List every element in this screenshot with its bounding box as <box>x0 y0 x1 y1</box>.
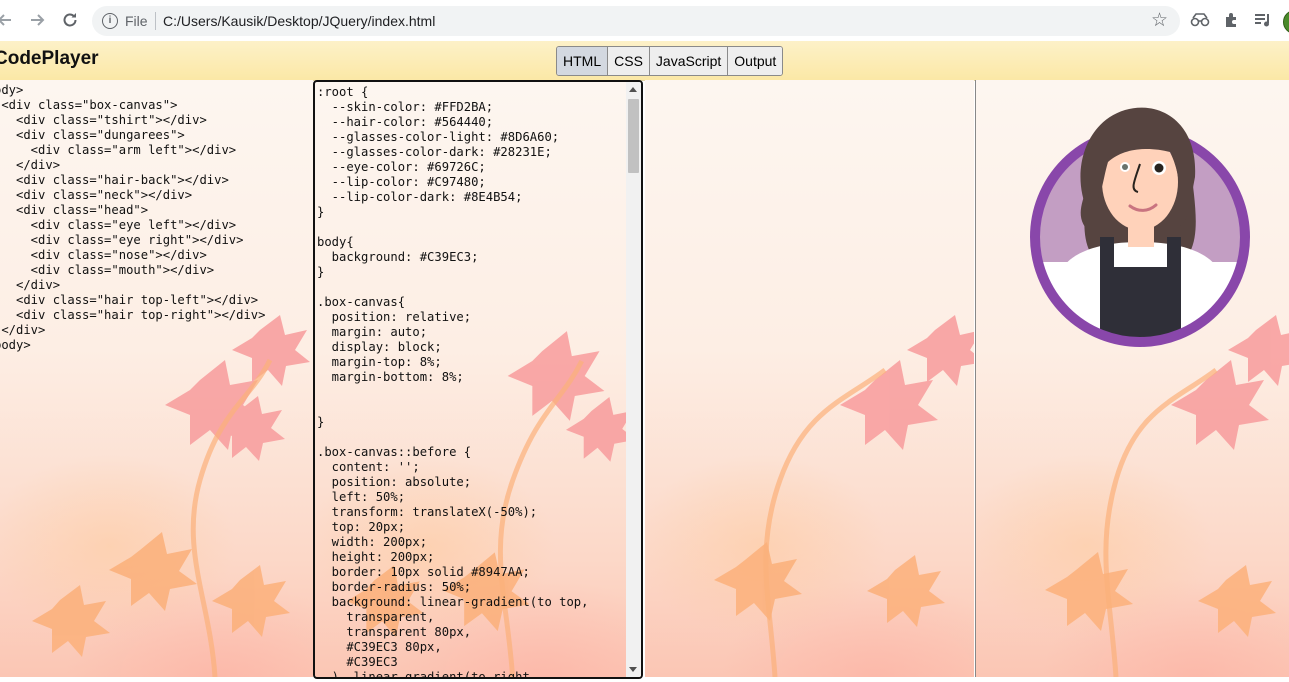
codeplayer-topbar: CodePlayer HTML CSS JavaScript Output <box>0 41 1289 81</box>
address-separator <box>155 12 156 30</box>
bookmark-star-icon[interactable]: ☆ <box>1151 9 1168 32</box>
scroll-thumb[interactable] <box>628 99 639 173</box>
css-panel-scrollbar[interactable] <box>626 82 641 677</box>
forward-arrow-icon[interactable] <box>28 10 48 30</box>
scroll-down-arrow-icon[interactable] <box>629 667 637 672</box>
scroll-up-arrow-icon[interactable] <box>629 87 637 92</box>
profile-avatar[interactable] <box>1283 10 1289 34</box>
html-editor-code[interactable]: ody> <div class="box-canvas"> <div class… <box>0 80 313 353</box>
toggle-css[interactable]: CSS <box>608 47 650 75</box>
app-logo: CodePlayer <box>0 48 99 69</box>
output-panel[interactable] <box>975 80 1289 677</box>
panel-toggle-group: HTML CSS JavaScript Output <box>556 46 784 76</box>
browser-toolbar: i File C:/Users/Kausik/Desktop/JQuery/in… <box>0 0 1289 42</box>
code-panels: ody> <div class="box-canvas"> <div class… <box>0 80 1289 682</box>
html-panel[interactable]: ody> <div class="box-canvas"> <div class… <box>0 80 313 677</box>
javascript-panel[interactable] <box>645 80 974 677</box>
extension-icon[interactable] <box>1189 9 1211 31</box>
css-editor-code[interactable]: :root { --skin-color: #FFD2BA; --hair-co… <box>315 82 641 677</box>
puzzle-extensions-icon[interactable] <box>1221 9 1243 31</box>
address-bar[interactable]: i File C:/Users/Kausik/Desktop/JQuery/in… <box>92 6 1180 36</box>
back-arrow-icon[interactable] <box>0 10 14 30</box>
file-scheme-label: File <box>125 13 148 29</box>
url-text[interactable]: C:/Users/Kausik/Desktop/JQuery/index.htm… <box>163 13 435 29</box>
toggle-javascript[interactable]: JavaScript <box>649 47 729 75</box>
reload-icon[interactable] <box>60 10 80 30</box>
leaf-wallpaper-decoration <box>714 315 974 677</box>
toggle-html[interactable]: HTML <box>557 47 609 75</box>
css-panel[interactable]: :root { --skin-color: #FFD2BA; --hair-co… <box>313 80 643 679</box>
toggle-output[interactable]: Output <box>728 47 783 75</box>
media-queue-icon[interactable] <box>1252 9 1274 31</box>
info-icon[interactable]: i <box>102 13 118 29</box>
css-character-illustration <box>1030 107 1250 347</box>
